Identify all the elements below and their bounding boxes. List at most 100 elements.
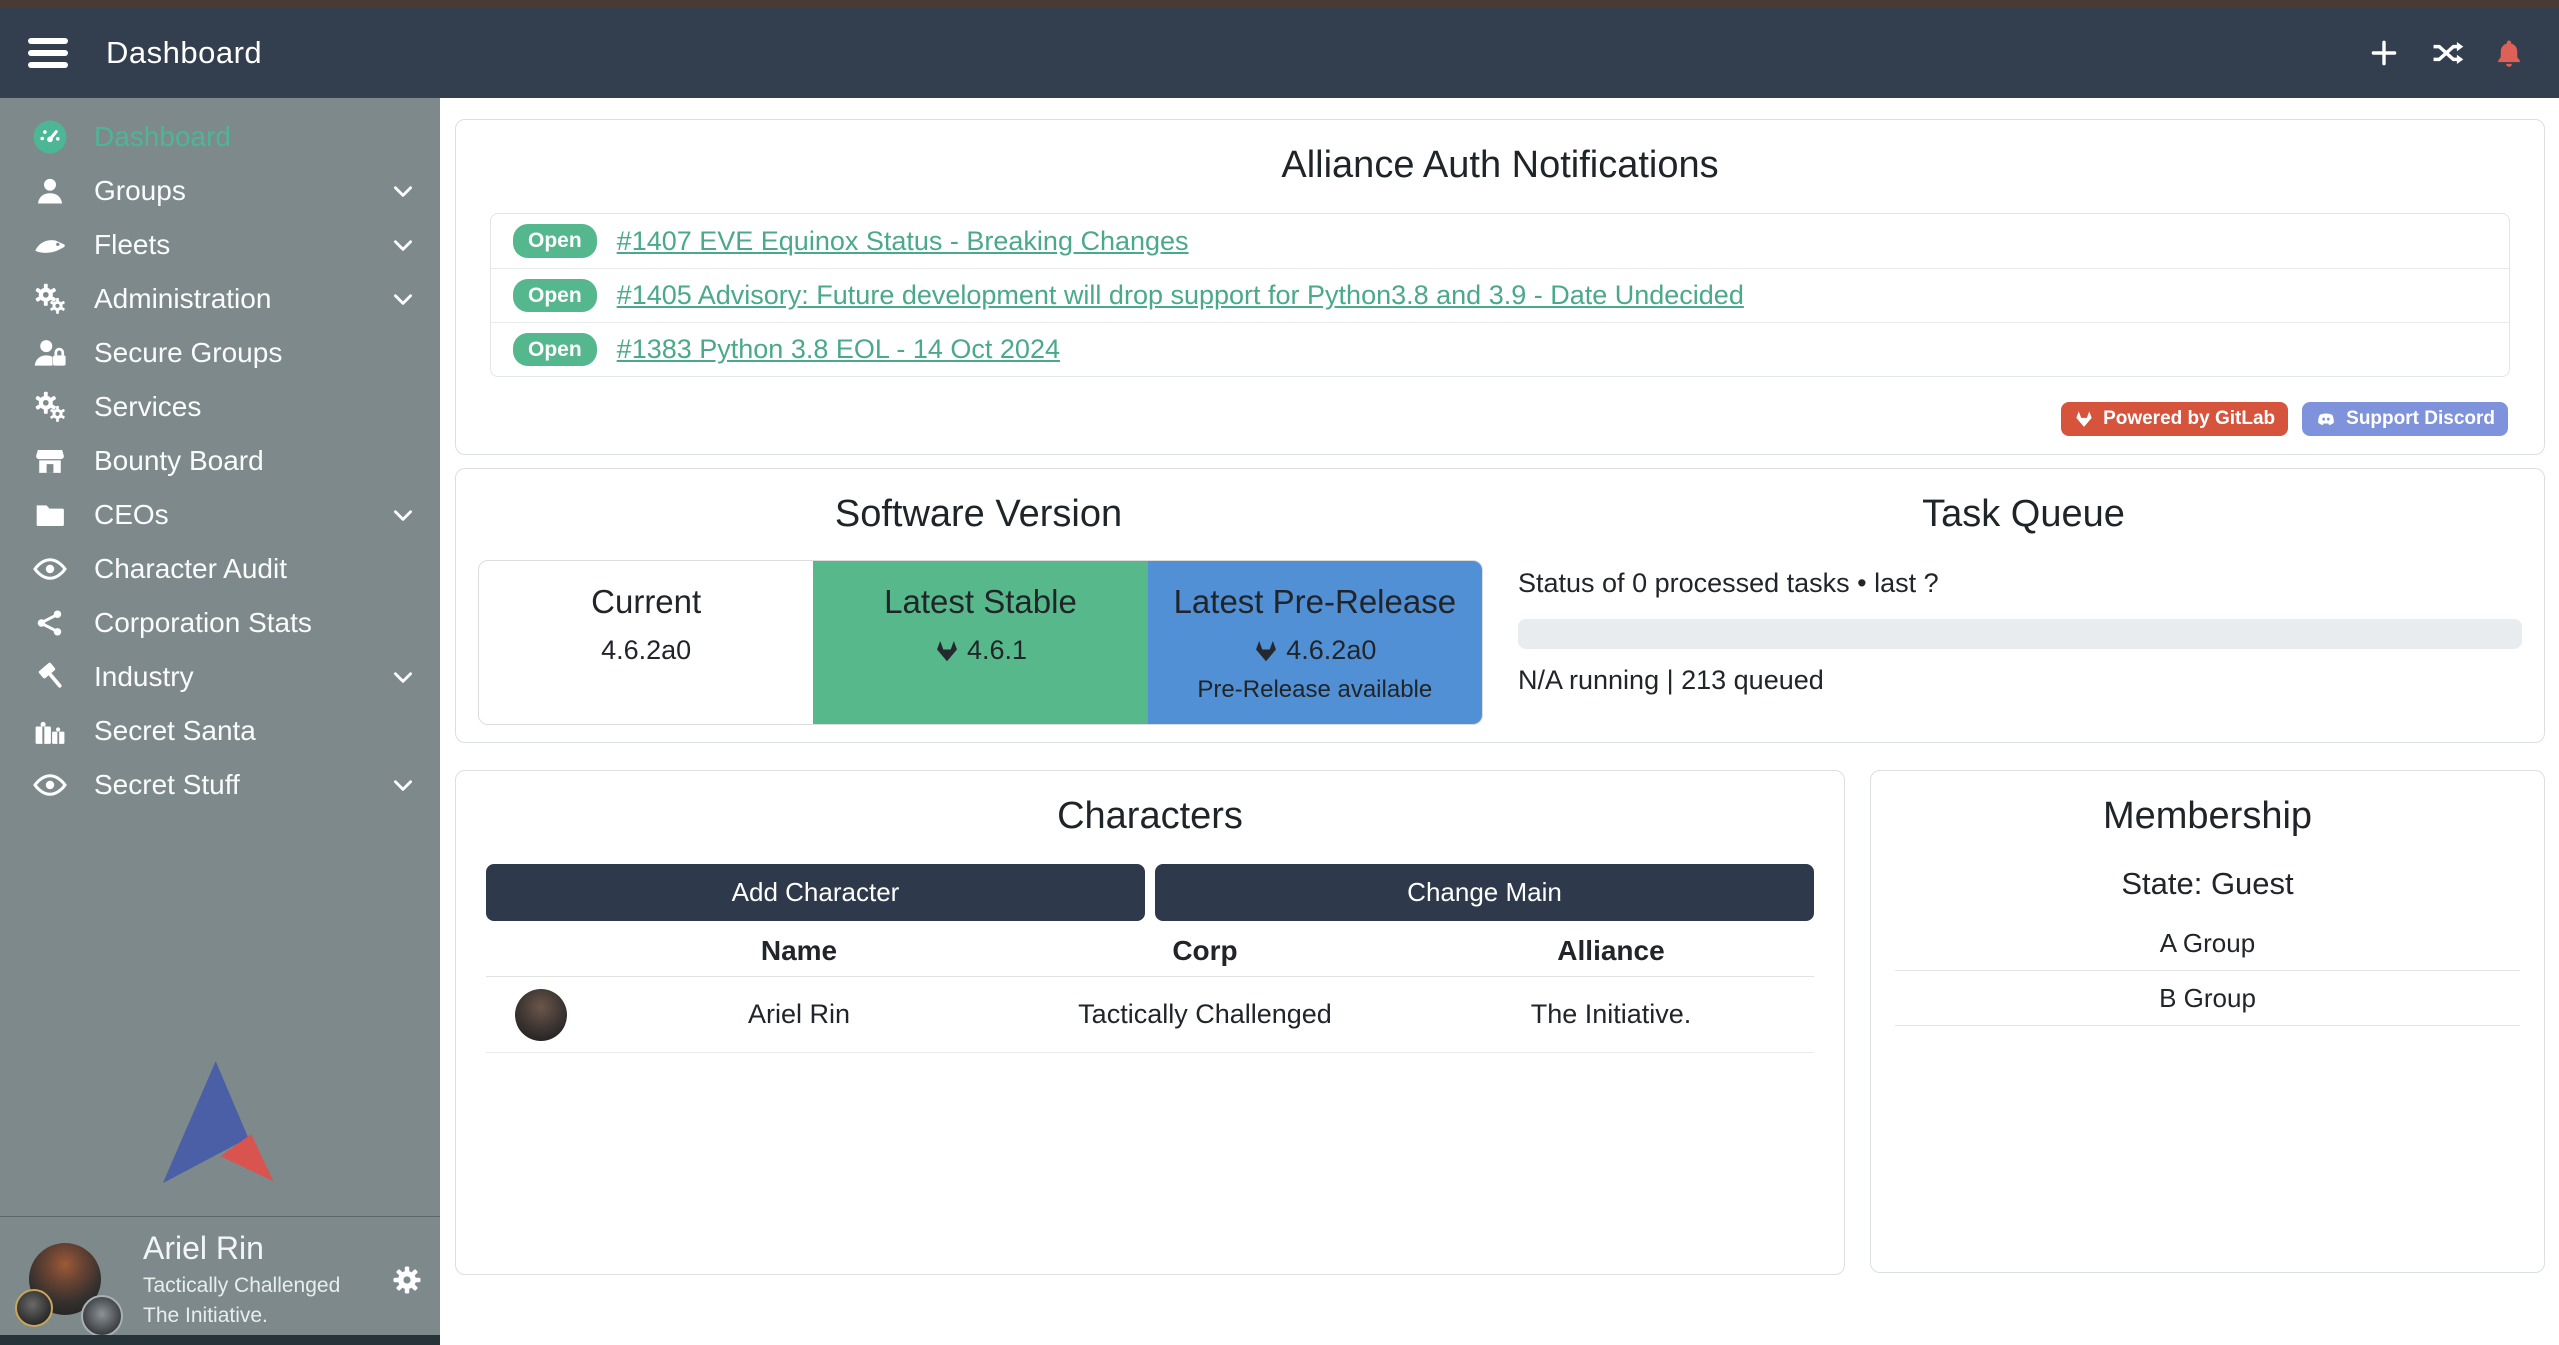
- top-accent-strip: [0, 0, 2559, 7]
- notification-row: Open #1383 Python 3.8 EOL - 14 Oct 2024: [491, 322, 2509, 376]
- sidebar-item-character-audit[interactable]: Character Audit: [0, 542, 440, 596]
- cogs-icon: [32, 389, 68, 425]
- sidebar-item-groups[interactable]: Groups: [0, 164, 440, 218]
- sidebar-item-label: Secret Stuff: [94, 769, 240, 801]
- gitlab-badge-label: Powered by GitLab: [2103, 408, 2275, 430]
- version-cell-label: Latest Stable: [813, 583, 1147, 621]
- ship-icon: [32, 227, 68, 263]
- sidebar-item-label: Services: [94, 391, 201, 423]
- gitlab-badge[interactable]: Powered by GitLab: [2061, 402, 2288, 436]
- membership-groups-list: A Group B Group: [1895, 916, 2520, 1026]
- software-taskqueue-panel: Software Version Current 4.6.2a0 Latest …: [455, 468, 2545, 743]
- gifts-icon: [32, 713, 68, 749]
- gitlab-icon: [2074, 409, 2094, 429]
- eye-icon: [32, 551, 68, 587]
- share-icon: [32, 605, 68, 641]
- sidebar-item-fleets[interactable]: Fleets: [0, 218, 440, 272]
- status-badge: Open: [513, 333, 597, 366]
- notifications-panel: Alliance Auth Notifications Open #1407 E…: [455, 119, 2545, 455]
- external-badges: Powered by GitLab Support Discord: [2061, 402, 2508, 436]
- eye-icon: [32, 767, 68, 803]
- membership-title: Membership: [1871, 795, 2544, 838]
- alliance-logo-badge: [81, 1295, 123, 1337]
- sidebar-item-corporation-stats[interactable]: Corporation Stats: [0, 596, 440, 650]
- notification-link[interactable]: #1405 Advisory: Future development will …: [617, 280, 1744, 311]
- sidebar-item-secure-groups[interactable]: Secure Groups: [0, 326, 440, 380]
- chevron-down-icon: [390, 232, 416, 258]
- sidebar-item-industry[interactable]: Industry: [0, 650, 440, 704]
- sidebar-item-label: Corporation Stats: [94, 607, 312, 639]
- sidebar-item-label: Industry: [94, 661, 194, 693]
- sidebar-item-ceos[interactable]: CEOs: [0, 488, 440, 542]
- sidebar: Dashboard Groups Fleets: [0, 98, 440, 1345]
- add-character-button[interactable]: Add Character: [486, 864, 1145, 921]
- notifications-bell-icon[interactable]: [2493, 36, 2525, 70]
- membership-group: A Group: [1895, 916, 2520, 971]
- column-header-corp: Corp: [1002, 935, 1408, 967]
- task-queue-section: Task Queue Status of 0 processed tasks •…: [1501, 469, 2546, 744]
- membership-group: B Group: [1895, 971, 2520, 1026]
- character-row[interactable]: Ariel Rin Tactically Challenged The Init…: [486, 977, 1814, 1053]
- membership-panel: Membership State: Guest A Group B Group: [1870, 770, 2545, 1273]
- menu-toggle-icon[interactable]: [28, 32, 68, 74]
- sidebar-divider: [0, 1216, 440, 1217]
- version-strip: Current 4.6.2a0 Latest Stable 4.6.1 Late…: [478, 560, 1483, 725]
- status-badge: Open: [513, 279, 597, 312]
- cogs-icon: [32, 281, 68, 317]
- notification-link[interactable]: #1383 Python 3.8 EOL - 14 Oct 2024: [617, 334, 1060, 365]
- add-icon[interactable]: [2367, 36, 2401, 70]
- characters-table: Name Corp Alliance Ariel Rin Tactically …: [486, 925, 1814, 1053]
- status-badge: Open: [513, 224, 597, 257]
- discord-badge[interactable]: Support Discord: [2302, 402, 2508, 436]
- sidebar-menu: Dashboard Groups Fleets: [0, 98, 440, 812]
- sidebar-item-label: Dashboard: [94, 121, 231, 153]
- top-navbar: Dashboard: [0, 7, 2559, 98]
- sidebar-bottom-strip: [0, 1335, 440, 1345]
- software-version-section: Software Version Current 4.6.2a0 Latest …: [456, 469, 1501, 744]
- characters-table-header: Name Corp Alliance: [486, 925, 1814, 977]
- sidebar-item-administration[interactable]: Administration: [0, 272, 440, 326]
- sidebar-item-label: Character Audit: [94, 553, 287, 585]
- user-name: Ariel Rin: [143, 1230, 340, 1267]
- hammer-icon: [32, 659, 68, 695]
- character-corp: Tactically Challenged: [1002, 999, 1408, 1030]
- task-queue-counts: N/A running | 213 queued: [1518, 665, 2546, 696]
- user-corp: Tactically Challenged: [143, 1274, 340, 1298]
- notification-link[interactable]: #1407 EVE Equinox Status - Breaking Chan…: [617, 226, 1189, 257]
- software-version-title: Software Version: [456, 493, 1501, 536]
- sidebar-item-services[interactable]: Services: [0, 380, 440, 434]
- prerelease-version-value: 4.6.2a0: [1286, 635, 1376, 666]
- user-card[interactable]: Ariel Rin Tactically Challenged The Init…: [0, 1222, 440, 1335]
- sidebar-item-bounty-board[interactable]: Bounty Board: [0, 434, 440, 488]
- sidebar-item-label: Fleets: [94, 229, 170, 261]
- corp-logo-badge: [15, 1289, 53, 1327]
- notification-row: Open #1405 Advisory: Future development …: [491, 268, 2509, 322]
- discord-badge-label: Support Discord: [2346, 408, 2495, 430]
- gauge-icon: [32, 119, 68, 155]
- character-name: Ariel Rin: [596, 999, 1002, 1030]
- gitlab-icon: [934, 638, 960, 664]
- notifications-title: Alliance Auth Notifications: [456, 144, 2544, 187]
- sidebar-item-secret-stuff[interactable]: Secret Stuff: [0, 758, 440, 812]
- chevron-down-icon: [390, 178, 416, 204]
- column-header-alliance: Alliance: [1408, 935, 1814, 967]
- version-cell-stable: Latest Stable 4.6.1: [813, 561, 1147, 724]
- change-main-button[interactable]: Change Main: [1155, 864, 1814, 921]
- sidebar-item-secret-santa[interactable]: Secret Santa: [0, 704, 440, 758]
- settings-gear-icon[interactable]: [389, 1262, 425, 1298]
- chevron-down-icon: [390, 502, 416, 528]
- character-portrait-cell: [486, 989, 596, 1041]
- notifications-list: Open #1407 EVE Equinox Status - Breaking…: [490, 213, 2510, 377]
- user-icon: [32, 173, 68, 209]
- navbar-actions: [2367, 36, 2559, 70]
- task-queue-title: Task Queue: [1501, 493, 2546, 536]
- chevron-down-icon: [390, 286, 416, 312]
- characters-panel: Characters Add Character Change Main Nam…: [455, 770, 1845, 1275]
- column-header-name: Name: [596, 935, 1002, 967]
- character-portrait: [515, 989, 567, 1041]
- page-title: Dashboard: [106, 35, 262, 71]
- chevron-down-icon: [390, 664, 416, 690]
- sidebar-item-label: Administration: [94, 283, 271, 315]
- shuffle-icon[interactable]: [2429, 36, 2465, 70]
- sidebar-item-dashboard[interactable]: Dashboard: [0, 110, 440, 164]
